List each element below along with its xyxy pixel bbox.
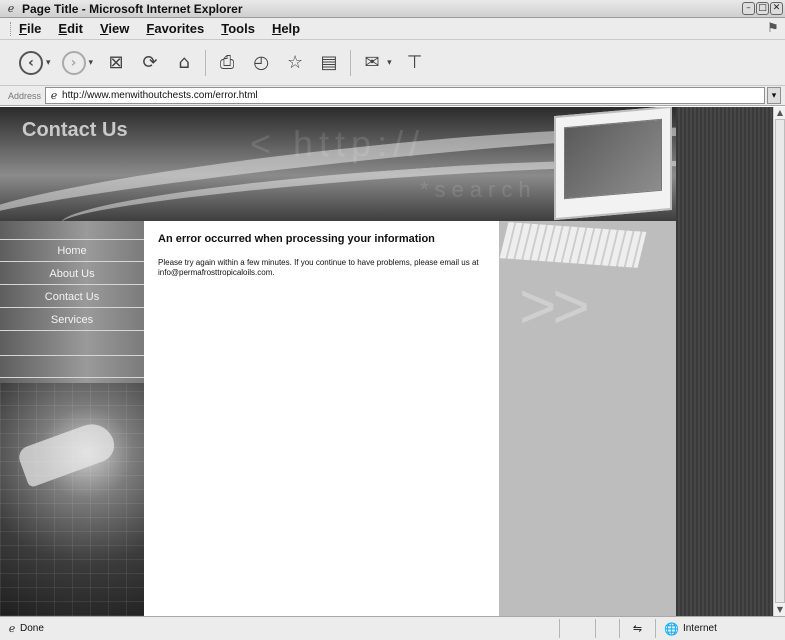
refresh-icon: ⟳ [142, 52, 158, 73]
menu-favorites[interactable]: Favorites [146, 21, 204, 36]
error-heading: An error occurred when processing your i… [158, 233, 435, 245]
back-icon: ‹ [19, 50, 43, 75]
scroll-up-icon[interactable]: ▲ [774, 107, 785, 119]
page-viewport: < http:// *search Contact Us Home About … [0, 107, 773, 616]
back-dropdown-icon[interactable]: ▾ [46, 58, 51, 68]
network-icon: ⇋ [619, 619, 655, 638]
security-zone[interactable]: 🌐 Internet [655, 619, 785, 638]
scroll-down-icon[interactable]: ▼ [774, 604, 785, 616]
monitor-screen [564, 118, 662, 200]
status-bar: ℯ Done ⇋ 🌐 Internet [0, 616, 785, 640]
monitor-illustration [554, 107, 672, 221]
toolbar-separator [205, 49, 207, 76]
research-icon: ▤ [320, 52, 338, 73]
menu-help[interactable]: Help [272, 21, 300, 36]
menu-bar: File Edit View Favorites Tools Help ⚑ [0, 18, 785, 40]
forward-dropdown-icon[interactable]: ▾ [89, 58, 94, 68]
home-button[interactable]: ⌂ [171, 48, 197, 78]
hand-illustration [16, 417, 119, 489]
scroll-thumb[interactable] [775, 119, 785, 603]
status-cells: ⇋ 🌐 Internet [559, 619, 785, 638]
favorites-icon: ☆ [286, 52, 304, 73]
refresh-button[interactable]: ⟳ [137, 48, 163, 78]
menu-tools[interactable]: Tools [221, 21, 255, 36]
nav-contact-us[interactable]: Contact Us [0, 286, 144, 308]
error-message: Please try again within a few minutes. I… [158, 258, 479, 277]
site-banner: < http:// *search Contact Us [0, 107, 676, 221]
nav-about-us[interactable]: About Us [0, 263, 144, 285]
back-button[interactable]: ‹ [18, 48, 44, 78]
window-title: Page Title - Microsoft Internet Explorer [22, 1, 243, 16]
print-icon: ⎙ [219, 52, 235, 73]
stop-icon: ⊠ [108, 52, 124, 73]
banner-heading: Contact Us [22, 119, 128, 141]
toolbar-separator [350, 49, 352, 76]
nav-home[interactable]: Home [0, 240, 144, 262]
mail-dropdown-icon[interactable]: ▾ [387, 58, 392, 68]
standard-toolbar: ‹ ▾ › ▾ ⊠ ⟳ ⌂ ⎙ ◴ ☆ ▤ ✉ ▾ ⊤ [0, 40, 785, 86]
circuit-board-image [0, 383, 144, 616]
stop-button[interactable]: ⊠ [103, 48, 129, 78]
discuss-icon: ⊤ [406, 52, 423, 73]
windows-flag-icon: ⚑ [767, 21, 779, 36]
nav-divider [0, 355, 144, 356]
close-button[interactable]: ✕ [770, 2, 783, 15]
menu-view[interactable]: View [100, 21, 129, 36]
menu-edit[interactable]: Edit [58, 21, 83, 36]
status-cell [595, 619, 619, 638]
address-bar: Address ℯ http://www.menwithoutchests.co… [0, 86, 785, 106]
status-text: Done [20, 623, 44, 634]
discuss-button[interactable]: ⊤ [402, 48, 428, 78]
right-panel-decoration: >> [499, 221, 676, 616]
minimize-button[interactable]: – [742, 2, 755, 15]
mail-button[interactable]: ✉ [359, 48, 385, 78]
right-stripe-decoration [676, 107, 773, 616]
print-button[interactable]: ⎙ [214, 48, 240, 78]
globe-icon: 🌐 [664, 621, 679, 636]
zone-label: Internet [682, 623, 717, 634]
mail-icon: ✉ [364, 52, 380, 73]
address-url[interactable]: http://www.menwithoutchests.com/error.ht… [62, 90, 258, 101]
banner-watermark: < http:// [250, 123, 426, 164]
ie-logo-icon: ℯ [7, 1, 15, 15]
banner-watermark: *search [420, 177, 537, 202]
chevron-decoration-icon: >> [519, 270, 590, 342]
vertical-scrollbar[interactable]: ▲ ▼ [773, 107, 785, 616]
status-cell [559, 619, 595, 638]
research-button[interactable]: ▤ [316, 48, 342, 78]
maximize-button[interactable]: □ [756, 2, 769, 15]
page-status-icon: ℯ [8, 622, 16, 635]
home-icon: ⌂ [178, 52, 190, 73]
address-input[interactable]: ℯ http://www.menwithoutchests.com/error.… [45, 87, 765, 104]
website: < http:// *search Contact Us Home About … [0, 107, 773, 616]
page-icon: ℯ [50, 89, 58, 102]
title-bar: ℯ Page Title - Microsoft Internet Explor… [0, 0, 785, 18]
main-content: An error occurred when processing your i… [144, 221, 499, 616]
keyboard-illustration [499, 222, 647, 268]
address-dropdown-icon[interactable]: ▾ [767, 87, 781, 104]
forward-button[interactable]: › [61, 48, 87, 78]
favorites-button[interactable]: ☆ [282, 48, 308, 78]
menu-file[interactable]: File [19, 21, 41, 36]
address-label: Address [8, 90, 42, 101]
history-icon: ◴ [253, 52, 269, 73]
forward-icon: › [61, 50, 86, 75]
window-controls: – □ ✕ [742, 2, 783, 15]
history-button[interactable]: ◴ [248, 48, 274, 78]
nav-services[interactable]: Services [0, 309, 144, 331]
nav-divider [0, 377, 144, 378]
toolbar-grip[interactable] [10, 21, 13, 36]
site-sidebar: Home About Us Contact Us Services [0, 221, 144, 616]
